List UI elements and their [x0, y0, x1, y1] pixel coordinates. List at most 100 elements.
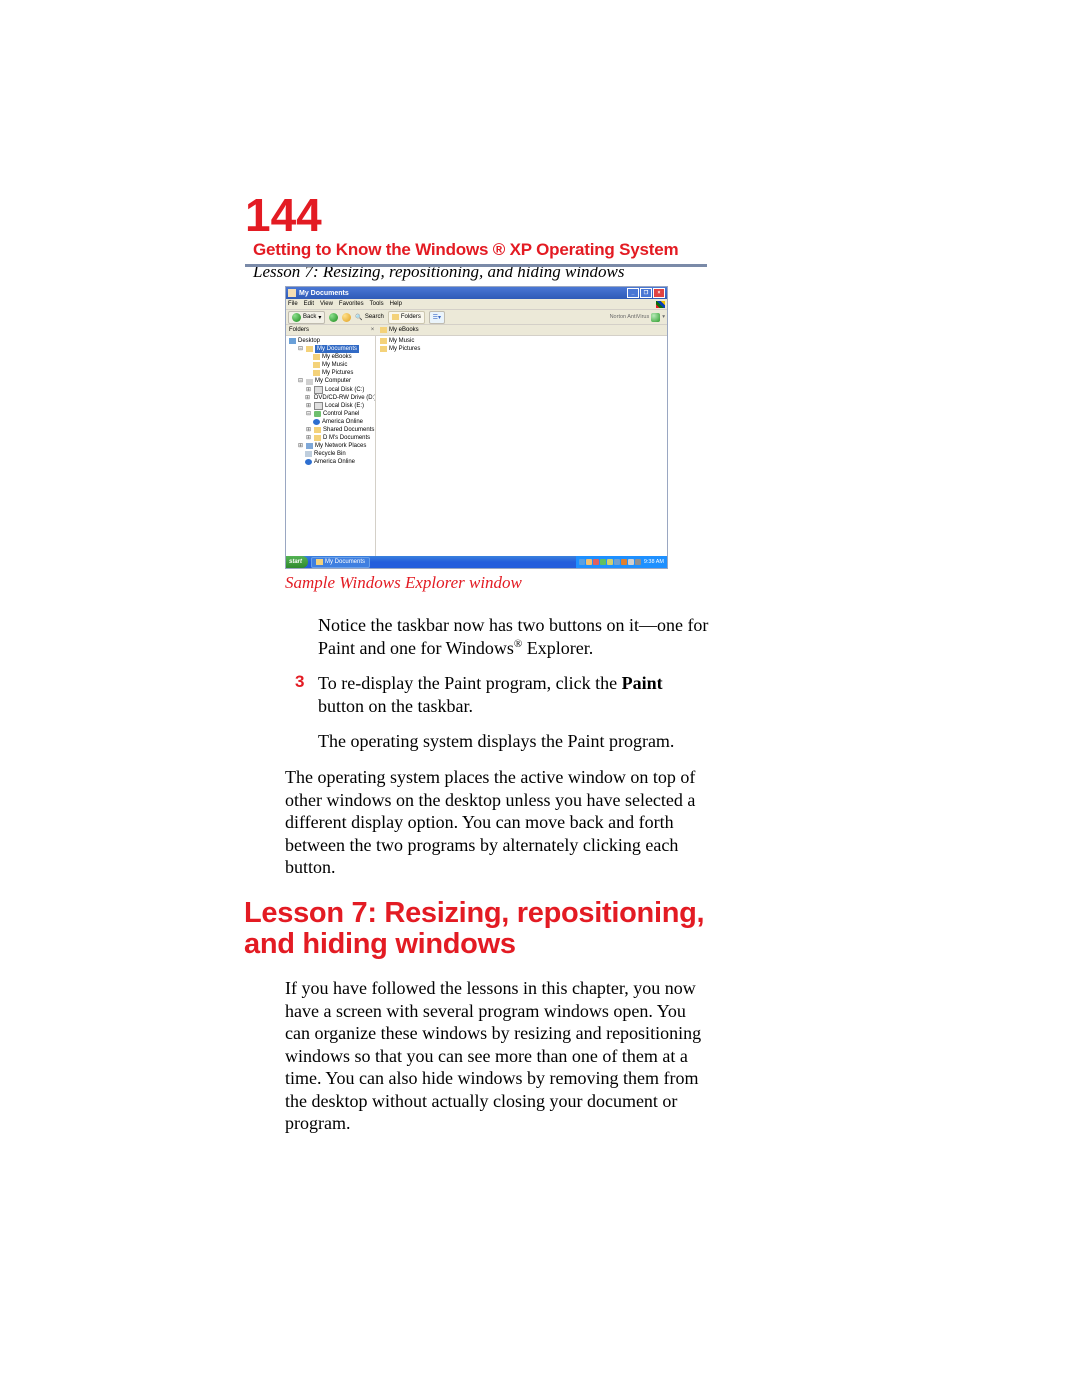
search-button[interactable]: 🔍 Search [355, 314, 384, 321]
drive-icon [314, 386, 323, 394]
menu-help[interactable]: Help [390, 301, 402, 307]
tray-icon[interactable] [607, 559, 613, 565]
window-title: My Documents [299, 290, 349, 297]
menu-tools[interactable]: Tools [370, 301, 384, 307]
paragraph: The operating system places the active w… [285, 766, 710, 879]
tree-shared: Shared Documents [323, 426, 374, 434]
content-mypictures: My Pictures [389, 345, 420, 353]
folder-icon [288, 289, 296, 297]
menu-file[interactable]: File [288, 301, 298, 307]
search-icon: 🔍 [355, 314, 362, 321]
titlebar: My Documents _ ❐ × [286, 287, 667, 299]
tree-aol2: America Online [314, 458, 355, 466]
folders-toggle[interactable]: Folders [388, 311, 425, 324]
tray-icon[interactable] [579, 559, 585, 565]
start-button[interactable]: start [286, 556, 308, 568]
content-pane[interactable]: My Music My Pictures [376, 336, 667, 561]
folder-icon [314, 435, 321, 441]
text-bold: Paint [622, 673, 663, 693]
close-button[interactable]: × [653, 288, 665, 298]
folder-icon [313, 354, 320, 360]
running-header: 144 Getting to Know the Windows ® XP Ope… [245, 192, 710, 282]
tray-icon[interactable] [593, 559, 599, 565]
taskbar: start My Documents 9:38 AM [286, 556, 667, 568]
control-panel-icon [314, 411, 321, 417]
system-tray: 9:38 AM [576, 556, 667, 568]
antivirus-label: Norton AntiVirus [610, 314, 650, 320]
tree-aol1: America Online [322, 418, 363, 426]
forward-button[interactable] [329, 313, 338, 322]
folders-label: Folders [401, 314, 421, 320]
collapse-icon[interactable]: ⊟ [297, 377, 304, 385]
search-label: Search [365, 314, 384, 320]
tray-icon[interactable] [621, 559, 627, 565]
tray-icon[interactable] [614, 559, 620, 565]
desktop-icon [289, 338, 296, 344]
tree-locale: Local Disk (E:) [325, 402, 364, 410]
expand-icon[interactable]: ⊞ [305, 426, 312, 434]
back-label: Back [303, 314, 316, 320]
network-icon [306, 443, 313, 449]
tray-icon[interactable] [628, 559, 634, 565]
views-button[interactable]: ☰▾ [429, 311, 445, 324]
collapse-icon[interactable]: ⊟ [305, 410, 312, 418]
page-number: 144 [245, 192, 322, 238]
windows-flag-icon [656, 301, 665, 308]
text: button on the taskbar. [318, 696, 473, 716]
folder-icon [313, 362, 320, 368]
chevron-down-icon: ▾ [318, 314, 321, 321]
taskbar-item-label: My Documents [325, 559, 365, 565]
tree-mydocuments: My Documents [315, 345, 359, 353]
tray-icon[interactable] [586, 559, 592, 565]
folder-icon [313, 370, 320, 376]
minimize-button[interactable]: _ [627, 288, 639, 298]
antivirus-icon [651, 313, 660, 322]
taskbar-clock: 9:38 AM [644, 559, 664, 565]
tree-mymusic: My Music [322, 361, 347, 369]
step-3-text: To re-display the Paint program, click t… [318, 672, 710, 717]
window-controls: _ ❐ × [627, 288, 665, 298]
collapse-icon[interactable]: ⊟ [297, 345, 304, 353]
xp-window: My Documents _ ❐ × File Edit View Favori… [285, 286, 668, 569]
toolbar-right: Norton AntiVirus ▾ [610, 313, 665, 322]
expand-icon[interactable]: ⊞ [297, 442, 304, 450]
figure-explorer: My Documents _ ❐ × File Edit View Favori… [285, 286, 668, 593]
tree-mycomputer: My Computer [315, 377, 351, 385]
expand-icon[interactable]: ⊞ [305, 386, 312, 394]
tree-localc: Local Disk (C:) [325, 386, 364, 394]
start-label: start [289, 559, 302, 565]
section-heading-lesson7: Lesson 7: Resizing, repositioning, and h… [244, 898, 710, 961]
back-button[interactable]: Back ▾ [288, 311, 325, 324]
folder-icon [380, 327, 387, 333]
folders-pane-label: Folders [286, 327, 369, 333]
folders-pane-close[interactable]: × [369, 327, 376, 333]
maximize-button[interactable]: ❐ [640, 288, 652, 298]
folder-icon [380, 338, 387, 344]
back-arrow-icon [292, 313, 301, 322]
up-button[interactable] [342, 313, 351, 322]
tray-icon[interactable] [635, 559, 641, 565]
menubar: File Edit View Favorites Tools Help [286, 299, 667, 310]
tray-icon[interactable] [600, 559, 606, 565]
paragraph: The operating system displays the Paint … [318, 730, 710, 753]
taskbar-item-mydocuments[interactable]: My Documents [311, 557, 370, 568]
drive-icon [314, 402, 323, 410]
content-header-label: My eBooks [389, 327, 419, 333]
tree-dm: D M's Documents [323, 434, 370, 442]
paragraph: If you have followed the lessons in this… [285, 977, 710, 1135]
menu-favorites[interactable]: Favorites [339, 301, 364, 307]
expand-icon[interactable]: ⊞ [305, 394, 310, 402]
chevron-down-icon: ▾ [662, 314, 665, 320]
folder-icon [392, 314, 399, 320]
header-titles: Getting to Know the Windows ® XP Operati… [253, 240, 678, 282]
expand-icon[interactable]: ⊞ [305, 434, 312, 442]
menu-view[interactable]: View [320, 301, 333, 307]
tree-cpanel: Control Panel [323, 410, 359, 418]
content-mymusic: My Music [389, 337, 414, 345]
pane-area: Desktop ⊟My Documents My eBooks My Music… [286, 336, 667, 561]
folder-tree[interactable]: Desktop ⊟My Documents My eBooks My Music… [286, 336, 376, 561]
text: Notice the taskbar now has two buttons o… [318, 615, 708, 658]
expand-icon[interactable]: ⊞ [305, 402, 312, 410]
toolbar: Back ▾ 🔍 Search Folders ☰▾ Norton AntiVi… [286, 310, 667, 325]
menu-edit[interactable]: Edit [304, 301, 314, 307]
